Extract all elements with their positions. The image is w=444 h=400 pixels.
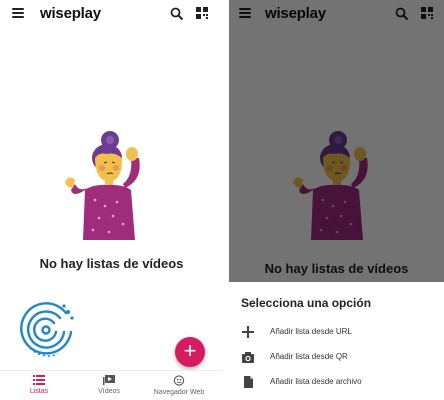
nav-label-navegador-web: Navegador Web — [153, 389, 205, 396]
option-add-from-url[interactable]: Añadir lista desde URL — [229, 322, 444, 344]
qr-code-icon[interactable] — [196, 7, 208, 19]
add-list-fab[interactable]: + — [175, 337, 205, 367]
list-icon — [33, 375, 45, 385]
bottom-navigation: Listas Vídeos Navegador Web — [0, 370, 223, 400]
phone-screen-home: wiseplay No hay listas de vídeos + Lista… — [0, 0, 223, 400]
plus-icon — [242, 326, 254, 338]
nav-label-videos: Vídeos — [98, 388, 120, 395]
sheet-title: Selecciona una opción — [241, 296, 372, 310]
empty-state-message: No hay listas de vídeos — [39, 256, 184, 271]
menu-icon[interactable] — [12, 8, 24, 18]
bottom-sheet: Selecciona una opción Añadir lista desde… — [229, 282, 444, 400]
app-bar: wiseplay — [0, 0, 223, 28]
option-add-from-qr[interactable]: Añadir lista desde QR — [229, 347, 444, 369]
nav-item-listas[interactable]: Listas — [4, 375, 74, 395]
globe-icon — [173, 375, 185, 386]
option-label: Añadir lista desde QR — [270, 352, 348, 361]
option-label: Añadir lista desde archivo — [270, 377, 362, 386]
phone-screen-add-sheet: wiseplay — [229, 0, 444, 400]
empty-state-illustration — [65, 131, 140, 240]
search-icon[interactable] — [170, 7, 184, 21]
camera-icon — [242, 352, 254, 363]
nav-label-listas: Listas — [29, 388, 49, 395]
option-label: Añadir lista desde URL — [270, 327, 352, 336]
option-add-from-file[interactable]: Añadir lista desde archivo — [229, 372, 444, 394]
nav-item-videos[interactable]: Vídeos — [74, 375, 144, 395]
screenshot-stage: wiseplay No hay listas de vídeos + Lista… — [0, 0, 444, 400]
app-title: wiseplay — [40, 5, 101, 22]
file-icon — [244, 376, 253, 388]
modal-scrim[interactable] — [229, 0, 444, 282]
video-library-icon — [103, 375, 115, 385]
nav-item-navegador-web[interactable]: Navegador Web — [144, 375, 214, 396]
wiseplay-logo-icon — [20, 302, 74, 357]
